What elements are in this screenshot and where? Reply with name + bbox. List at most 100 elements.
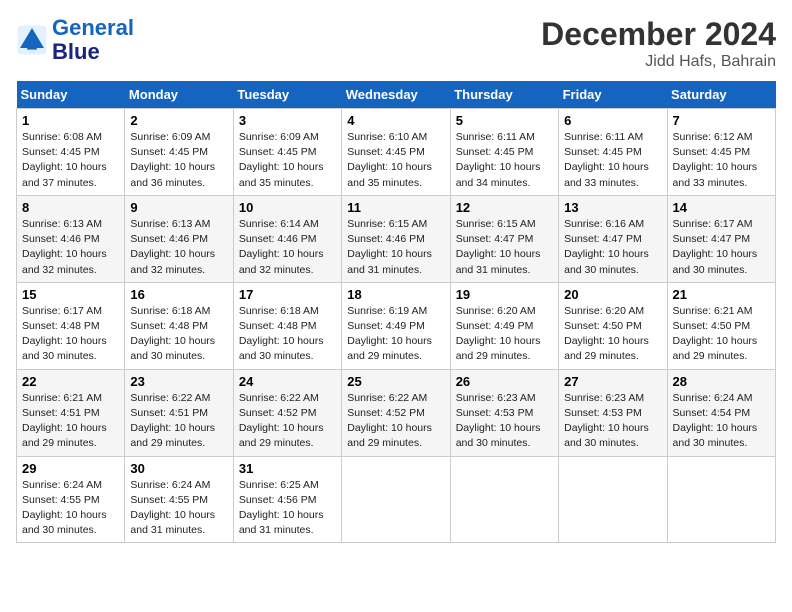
- day-info: Sunrise: 6:11 AM Sunset: 4:45 PM Dayligh…: [564, 130, 661, 191]
- col-header-saturday: Saturday: [667, 81, 775, 109]
- calendar-cell: 4 Sunrise: 6:10 AM Sunset: 4:45 PM Daylig…: [342, 109, 450, 196]
- day-info: Sunrise: 6:10 AM Sunset: 4:45 PM Dayligh…: [347, 130, 444, 191]
- calendar-cell: 9 Sunrise: 6:13 AM Sunset: 4:46 PM Daylig…: [125, 195, 233, 282]
- location-title: Jidd Hafs, Bahrain: [541, 53, 776, 71]
- day-info: Sunrise: 6:23 AM Sunset: 4:53 PM Dayligh…: [456, 391, 553, 452]
- logo: GeneralBlue: [16, 16, 134, 64]
- col-header-tuesday: Tuesday: [233, 81, 341, 109]
- col-header-thursday: Thursday: [450, 81, 558, 109]
- calendar-cell: 3Sunrise: 6:09 AM Sunset: 4:45 PM Daylig…: [233, 109, 341, 196]
- day-info: Sunrise: 6:19 AM Sunset: 4:49 PM Dayligh…: [347, 304, 444, 365]
- day-info: Sunrise: 6:13 AM Sunset: 4:46 PM Dayligh…: [22, 217, 119, 278]
- calendar-cell: 19 Sunrise: 6:20 AM Sunset: 4:49 PM Dayli…: [450, 282, 558, 369]
- day-info: Sunrise: 6:22 AM Sunset: 4:52 PM Dayligh…: [347, 391, 444, 452]
- calendar-cell: 18 Sunrise: 6:19 AM Sunset: 4:49 PM Dayli…: [342, 282, 450, 369]
- col-header-monday: Monday: [125, 81, 233, 109]
- calendar-cell: 26 Sunrise: 6:23 AM Sunset: 4:53 PM Dayli…: [450, 369, 558, 456]
- calendar-cell: 25 Sunrise: 6:22 AM Sunset: 4:52 PM Dayli…: [342, 369, 450, 456]
- day-info: Sunrise: 6:15 AM Sunset: 4:46 PM Dayligh…: [347, 217, 444, 278]
- day-number: 26: [456, 374, 553, 389]
- day-number: 22: [22, 374, 119, 389]
- day-info: Sunrise: 6:24 AM Sunset: 4:55 PM Dayligh…: [130, 478, 227, 539]
- day-info: Sunrise: 6:17 AM Sunset: 4:47 PM Dayligh…: [673, 217, 770, 278]
- day-number: 27: [564, 374, 661, 389]
- calendar-cell: [450, 456, 558, 543]
- day-number: 3: [239, 113, 336, 128]
- day-info: Sunrise: 6:08 AM Sunset: 4:45 PM Dayligh…: [22, 130, 119, 191]
- calendar-cell: 28 Sunrise: 6:24 AM Sunset: 4:54 PM Dayli…: [667, 369, 775, 456]
- calendar-cell: [559, 456, 667, 543]
- day-info: Sunrise: 6:22 AM Sunset: 4:51 PM Dayligh…: [130, 391, 227, 452]
- day-info: Sunrise: 6:17 AM Sunset: 4:48 PM Dayligh…: [22, 304, 119, 365]
- header-row: SundayMondayTuesdayWednesdayThursdayFrid…: [17, 81, 776, 109]
- calendar-cell: 1 Sunrise: 6:08 AM Sunset: 4:45 PM Daylig…: [17, 109, 125, 196]
- calendar-cell: 20 Sunrise: 6:20 AM Sunset: 4:50 PM Dayli…: [559, 282, 667, 369]
- day-number: 17: [239, 287, 336, 302]
- day-info: Sunrise: 6:15 AM Sunset: 4:47 PM Dayligh…: [456, 217, 553, 278]
- day-number: 4: [347, 113, 444, 128]
- calendar-week-1: 1 Sunrise: 6:08 AM Sunset: 4:45 PM Daylig…: [17, 109, 776, 196]
- col-header-wednesday: Wednesday: [342, 81, 450, 109]
- day-number: 18: [347, 287, 444, 302]
- day-number: 25: [347, 374, 444, 389]
- day-number: 9: [130, 200, 227, 215]
- day-info: Sunrise: 6:18 AM Sunset: 4:48 PM Dayligh…: [130, 304, 227, 365]
- day-info: Sunrise: 6:14 AM Sunset: 4:46 PM Dayligh…: [239, 217, 336, 278]
- calendar-cell: 31Sunrise: 6:25 AM Sunset: 4:56 PM Dayli…: [233, 456, 341, 543]
- day-number: 15: [22, 287, 119, 302]
- calendar-table: SundayMondayTuesdayWednesdayThursdayFrid…: [16, 81, 776, 543]
- logo-text: GeneralBlue: [52, 16, 134, 64]
- day-info: Sunrise: 6:16 AM Sunset: 4:47 PM Dayligh…: [564, 217, 661, 278]
- col-header-sunday: Sunday: [17, 81, 125, 109]
- day-info: Sunrise: 6:20 AM Sunset: 4:50 PM Dayligh…: [564, 304, 661, 365]
- day-info: Sunrise: 6:21 AM Sunset: 4:51 PM Dayligh…: [22, 391, 119, 452]
- calendar-cell: 23 Sunrise: 6:22 AM Sunset: 4:51 PM Dayli…: [125, 369, 233, 456]
- day-number: 6: [564, 113, 661, 128]
- calendar-cell: 27 Sunrise: 6:23 AM Sunset: 4:53 PM Dayli…: [559, 369, 667, 456]
- calendar-cell: 7Sunrise: 6:12 AM Sunset: 4:45 PM Daylig…: [667, 109, 775, 196]
- calendar-cell: 15 Sunrise: 6:17 AM Sunset: 4:48 PM Dayli…: [17, 282, 125, 369]
- day-number: 21: [673, 287, 770, 302]
- calendar-cell: 21Sunrise: 6:21 AM Sunset: 4:50 PM Dayli…: [667, 282, 775, 369]
- title-area: December 2024 Jidd Hafs, Bahrain: [541, 16, 776, 71]
- month-title: December 2024: [541, 16, 776, 53]
- day-number: 5: [456, 113, 553, 128]
- day-number: 1: [22, 113, 119, 128]
- calendar-cell: 13 Sunrise: 6:16 AM Sunset: 4:47 PM Dayli…: [559, 195, 667, 282]
- day-number: 28: [673, 374, 770, 389]
- calendar-week-2: 8Sunrise: 6:13 AM Sunset: 4:46 PM Daylig…: [17, 195, 776, 282]
- calendar-cell: 14Sunrise: 6:17 AM Sunset: 4:47 PM Dayli…: [667, 195, 775, 282]
- day-info: Sunrise: 6:09 AM Sunset: 4:45 PM Dayligh…: [130, 130, 227, 191]
- calendar-week-4: 22 Sunrise: 6:21 AM Sunset: 4:51 PM Dayli…: [17, 369, 776, 456]
- day-info: Sunrise: 6:23 AM Sunset: 4:53 PM Dayligh…: [564, 391, 661, 452]
- calendar-cell: [667, 456, 775, 543]
- day-number: 31: [239, 461, 336, 476]
- calendar-cell: 30 Sunrise: 6:24 AM Sunset: 4:55 PM Dayli…: [125, 456, 233, 543]
- calendar-cell: 17Sunrise: 6:18 AM Sunset: 4:48 PM Dayli…: [233, 282, 341, 369]
- calendar-cell: 10 Sunrise: 6:14 AM Sunset: 4:46 PM Dayli…: [233, 195, 341, 282]
- calendar-cell: 5Sunrise: 6:11 AM Sunset: 4:45 PM Daylig…: [450, 109, 558, 196]
- calendar-cell: 12Sunrise: 6:15 AM Sunset: 4:47 PM Dayli…: [450, 195, 558, 282]
- day-number: 23: [130, 374, 227, 389]
- day-number: 16: [130, 287, 227, 302]
- calendar-cell: 11Sunrise: 6:15 AM Sunset: 4:46 PM Dayli…: [342, 195, 450, 282]
- day-number: 2: [130, 113, 227, 128]
- day-number: 30: [130, 461, 227, 476]
- day-info: Sunrise: 6:24 AM Sunset: 4:55 PM Dayligh…: [22, 478, 119, 539]
- day-number: 20: [564, 287, 661, 302]
- calendar-cell: 16 Sunrise: 6:18 AM Sunset: 4:48 PM Dayli…: [125, 282, 233, 369]
- calendar-cell: 8Sunrise: 6:13 AM Sunset: 4:46 PM Daylig…: [17, 195, 125, 282]
- day-info: Sunrise: 6:12 AM Sunset: 4:45 PM Dayligh…: [673, 130, 770, 191]
- day-info: Sunrise: 6:24 AM Sunset: 4:54 PM Dayligh…: [673, 391, 770, 452]
- day-number: 29: [22, 461, 119, 476]
- day-number: 19: [456, 287, 553, 302]
- day-number: 10: [239, 200, 336, 215]
- day-info: Sunrise: 6:13 AM Sunset: 4:46 PM Dayligh…: [130, 217, 227, 278]
- day-info: Sunrise: 6:20 AM Sunset: 4:49 PM Dayligh…: [456, 304, 553, 365]
- calendar-week-5: 29 Sunrise: 6:24 AM Sunset: 4:55 PM Dayli…: [17, 456, 776, 543]
- logo-icon: [16, 24, 48, 56]
- col-header-friday: Friday: [559, 81, 667, 109]
- calendar-week-3: 15 Sunrise: 6:17 AM Sunset: 4:48 PM Dayli…: [17, 282, 776, 369]
- calendar-cell: [342, 456, 450, 543]
- day-number: 13: [564, 200, 661, 215]
